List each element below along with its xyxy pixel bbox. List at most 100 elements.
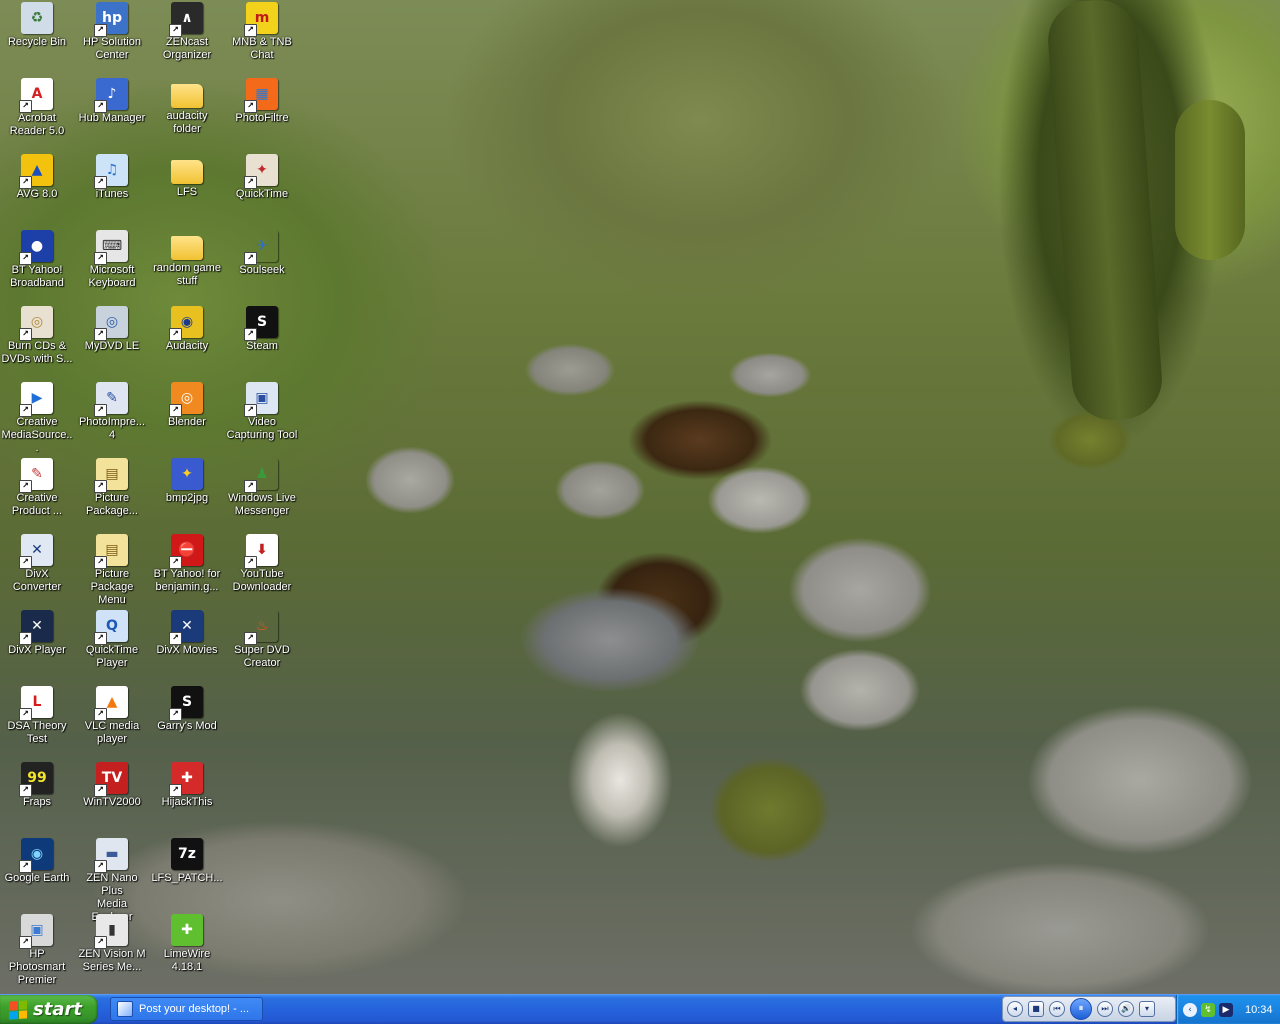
media-volume-button[interactable]: 🔊	[1118, 1001, 1134, 1017]
desktop-icon[interactable]: LFS	[149, 152, 225, 228]
desktop-icon-label: LimeWire 4.18.1	[163, 948, 211, 973]
shortcut-arrow-icon: ↗	[94, 936, 107, 949]
app-icon: ▣ ↗	[244, 382, 278, 417]
taskbar-window-button[interactable]: Post your desktop! - ...	[110, 997, 263, 1021]
desktop-icon[interactable]: ✚ ↗ HijackThis	[149, 760, 225, 836]
clock[interactable]: 10:34	[1245, 1004, 1273, 1016]
desktop-icon[interactable]: m ↗ MNB & TNB Chat	[224, 0, 300, 76]
media-menu-chevron-icon[interactable]: ▾	[1139, 1001, 1155, 1017]
media-stop-button[interactable]: ■	[1028, 1001, 1044, 1017]
desktop-icon[interactable]: ✕ ↗ DivX Player	[0, 608, 75, 684]
desktop-icon[interactable]: 7z LFS_PATCH...	[149, 836, 225, 912]
desktop-icon[interactable]: Q ↗ QuickTime Player	[74, 608, 150, 684]
desktop-icon-label: Hub Manager	[78, 112, 146, 124]
desktop-icon[interactable]: ✚ LimeWire 4.18.1	[149, 912, 225, 988]
desktop-icon-label: LFS	[176, 186, 198, 198]
app-icon: S ↗	[244, 306, 278, 341]
desktop-icon-label: Fraps	[22, 796, 52, 808]
desktop-icon-label: Picture Package...	[86, 492, 138, 517]
app-icon: ♻	[21, 2, 53, 34]
app-icon: ▶ ↗	[19, 382, 53, 417]
desktop-icon[interactable]: ✎ ↗ PhotoImpre... 4	[74, 380, 150, 456]
desktop-icon-label: Audacity	[165, 340, 209, 352]
app-icon: ▮ ↗	[94, 914, 128, 949]
tray-back-arrow-icon[interactable]: ‹	[1183, 1002, 1197, 1017]
taskbar-window-title: Post your desktop! - ...	[139, 1003, 250, 1015]
desktop-icon[interactable]: ♟ ↗ Windows Live Messenger	[224, 456, 300, 532]
media-player-toolbar: ◂ ■ ⏮ ⏸ ⏭ 🔊 ▾	[1002, 996, 1176, 1022]
shortcut-arrow-icon: ↗	[169, 632, 182, 645]
desktop-icon[interactable]: ✈ ↗ Soulseek	[224, 228, 300, 304]
wallpaper-tree-trunk	[1045, 0, 1165, 423]
app-icon: ♨ ↗	[244, 610, 278, 645]
desktop-icon[interactable]: ▤ ↗ Picture Package...	[74, 456, 150, 532]
app-icon: ✕ ↗	[169, 610, 203, 645]
desktop-icon[interactable]: hp ↗ HP Solution Center	[74, 0, 150, 76]
desktop-icon[interactable]: ✎ ↗ Creative Product ...	[0, 456, 75, 532]
desktop-icon[interactable]: ♪ ↗ Hub Manager	[74, 76, 150, 152]
desktop-icon[interactable]: ◎ ↗ MyDVD LE	[74, 304, 150, 380]
desktop-icon-label: Creative MediaSource...	[1, 416, 73, 454]
desktop-icon[interactable]: ▣ ↗ HP Photosmart Premier	[0, 912, 75, 988]
desktop-icon[interactable]: ▲ ↗ AVG 8.0	[0, 152, 75, 228]
desktop-icon[interactable]: ◉ ↗ Google Earth	[0, 836, 75, 912]
desktop-icon-label: audacity folder	[166, 110, 208, 135]
desktop-icon-label: Google Earth	[4, 872, 70, 884]
shortcut-arrow-icon: ↗	[169, 556, 182, 569]
desktop-icon[interactable]: random game stuff	[149, 228, 225, 304]
desktop-icon-label: Windows Live Messenger	[228, 492, 296, 517]
desktop-icon[interactable]: ✕ ↗ DivX Converter	[0, 532, 75, 608]
desktop-icon[interactable]: ▮ ↗ ZEN Vision M Series Me...	[74, 912, 150, 988]
start-button[interactable]: start	[0, 995, 98, 1024]
desktop-icon[interactable]: ∧ ↗ ZENcast Organizer	[149, 0, 225, 76]
tray-media-player-icon[interactable]: ▶	[1219, 1002, 1233, 1017]
desktop-icon[interactable]: S ↗ Steam	[224, 304, 300, 380]
desktop-icon[interactable]: ▣ ↗ Video Capturing Tool	[224, 380, 300, 456]
app-icon: ✈ ↗	[244, 230, 278, 265]
desktop-icon-label: DSA Theory Test	[7, 720, 67, 745]
desktop-icon[interactable]: ◎ ↗ Burn CDs & DVDs with S...	[0, 304, 75, 380]
desktop-icon[interactable]: ▬↗ZEN Nano Plus Media Explorer	[74, 836, 150, 923]
media-expand-icon[interactable]: ◂	[1007, 1001, 1023, 1017]
desktop-icon[interactable]: ◎ ↗ Blender	[149, 380, 225, 456]
desktop-icon[interactable]: ▤ ↗ Picture Package Menu	[74, 532, 150, 608]
desktop-icon[interactable]: ● ↗ BT Yahoo! Broadband	[0, 228, 75, 304]
system-tray: ‹ ↯ ▶ 10:34	[1176, 995, 1280, 1024]
taskbar: start Post your desktop! - ... ◂ ■ ⏮ ⏸ ⏭…	[0, 994, 1280, 1024]
media-next-button[interactable]: ⏭	[1097, 1001, 1113, 1017]
desktop-icon[interactable]: A ↗ Acrobat Reader 5.0	[0, 76, 75, 152]
shortcut-arrow-icon: ↗	[19, 784, 32, 797]
desktop-icon[interactable]: ⌨ ↗ Microsoft Keyboard	[74, 228, 150, 304]
desktop-icon[interactable]: ◉ ↗ Audacity	[149, 304, 225, 380]
app-icon: S ↗	[169, 686, 203, 721]
desktop-icon[interactable]: ⬇ ↗ YouTube Downloader	[224, 532, 300, 608]
folder-icon	[171, 160, 203, 184]
app-icon: ◎ ↗	[19, 306, 53, 341]
desktop-icon[interactable]: ▶ ↗ Creative MediaSource...	[0, 380, 75, 456]
media-pause-button[interactable]: ⏸	[1070, 998, 1092, 1020]
desktop-icon[interactable]: ▦ ↗ PhotoFiltre	[224, 76, 300, 152]
desktop-icon[interactable]: ✕ ↗ DivX Movies	[149, 608, 225, 684]
desktop-icon[interactable]: ♨ ↗ Super DVD Creator	[224, 608, 300, 684]
desktop-icon[interactable]: L ↗ DSA Theory Test	[0, 684, 75, 760]
desktop-icon[interactable]: TV ↗ WinTV2000	[74, 760, 150, 836]
shortcut-arrow-icon: ↗	[94, 252, 107, 265]
shortcut-arrow-icon: ↗	[244, 480, 257, 493]
media-previous-button[interactable]: ⏮	[1049, 1001, 1065, 1017]
shortcut-arrow-icon: ↗	[19, 480, 32, 493]
desktop-icon[interactable]: ▲ ↗ VLC media player	[74, 684, 150, 760]
app-icon: ▲ ↗	[19, 154, 53, 189]
desktop-icon[interactable]: S ↗ Garry's Mod	[149, 684, 225, 760]
app-icon: ▤ ↗	[94, 458, 128, 493]
desktop-icon[interactable]: ✦ bmp2jpg	[149, 456, 225, 532]
shortcut-arrow-icon: ↗	[19, 328, 32, 341]
tray-network-icon[interactable]: ↯	[1201, 1002, 1215, 1017]
desktop-icon[interactable]: ♫ ↗ iTunes	[74, 152, 150, 228]
desktop-icon[interactable]: ♻ Recycle Bin	[0, 0, 75, 76]
shortcut-arrow-icon: ↗	[169, 328, 182, 341]
desktop-icon[interactable]: ⛔ ↗ BT Yahoo! for benjamin.g...	[149, 532, 225, 608]
desktop-icon[interactable]: audacity folder	[149, 76, 225, 152]
desktop-icon[interactable]: ✦ ↗ QuickTime	[224, 152, 300, 228]
app-icon: hp ↗	[94, 2, 128, 37]
desktop-icon[interactable]: 99 ↗ Fraps	[0, 760, 75, 836]
